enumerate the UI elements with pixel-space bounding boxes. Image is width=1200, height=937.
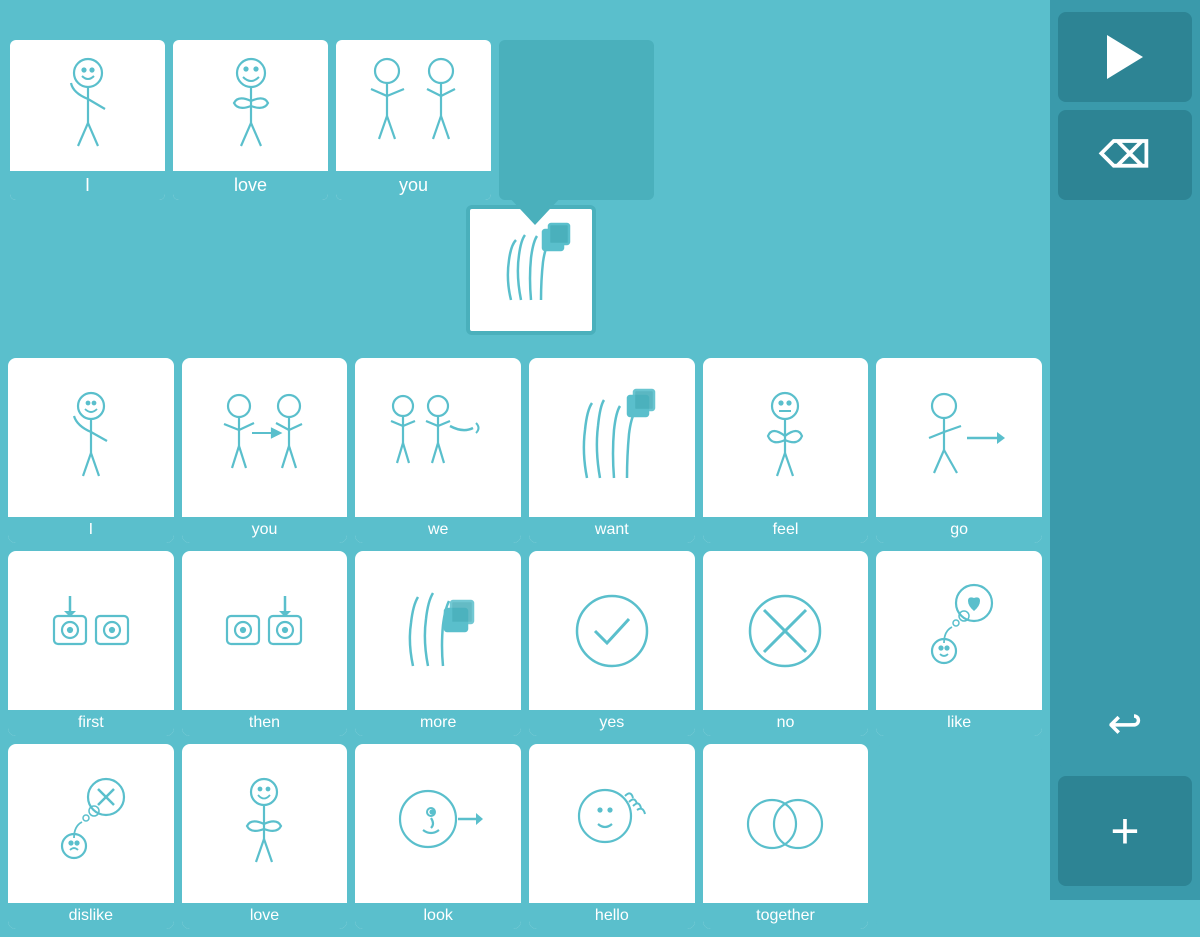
grid-card-look[interactable]: look [355,744,521,929]
sentence-bar: I love [0,0,1050,200]
sentence-card-love[interactable]: love [173,40,328,200]
add-icon: + [1110,806,1139,856]
grid-label-look: look [355,903,521,929]
grid-card-yes[interactable]: yes [529,551,695,736]
grid-label-yes: yes [529,710,695,736]
grid-label-love2: love [182,903,348,929]
grid-card-dislike[interactable]: dislike [8,744,174,929]
grid-card-then[interactable]: then [182,551,348,736]
back-arrow-icon: ↩ [1107,699,1142,748]
grid-card-like[interactable]: like [876,551,1042,736]
right-panel: ⌫ ↩ + [1050,0,1200,900]
grid-card-go[interactable]: go [876,358,1042,543]
grid-card-more[interactable]: more [355,551,521,736]
sentence-card-you[interactable]: you [336,40,491,200]
grid-card-want[interactable]: want [529,358,695,543]
play-icon [1107,35,1143,79]
grid-label-like: like [876,710,1042,736]
symbol-grid: I you [0,350,1050,937]
grid-label-go: go [876,517,1042,543]
delete-button[interactable]: ⌫ [1058,110,1192,200]
sentence-label-you: you [336,171,491,200]
grid-label-hello: hello [529,903,695,929]
grid-card-i[interactable]: I [8,358,174,543]
grid-label-want: want [529,517,695,543]
grid-card-feel[interactable]: feel [703,358,869,543]
grid-card-hello[interactable]: hello [529,744,695,929]
grid-card-first[interactable]: first [8,551,174,736]
grid-label-we: we [355,517,521,543]
grid-card-love2[interactable]: love [182,744,348,929]
sentence-label-i: I [10,171,165,200]
grid-label-dislike: dislike [8,903,174,929]
grid-card-you[interactable]: you [182,358,348,543]
grid-label-more: more [355,710,521,736]
grid-card-together[interactable]: together [703,744,869,929]
sentence-placeholder [499,40,654,200]
grid-label-then: then [182,710,348,736]
grid-label-first: first [8,710,174,736]
delete-icon: ⌫ [1100,134,1151,176]
arrow-indicator [507,195,563,225]
grid-label-no: no [703,710,869,736]
grid-card-we[interactable]: we [355,358,521,543]
grid-label-together: together [703,903,869,929]
back-button[interactable]: ↩ [1058,678,1192,768]
grid-card-empty [876,744,1042,929]
play-button[interactable] [1058,12,1192,102]
grid-card-no[interactable]: no [703,551,869,736]
grid-label-feel: feel [703,517,869,543]
sentence-label-love: love [173,171,328,200]
add-button[interactable]: + [1058,776,1192,886]
grid-label-i: I [8,517,174,543]
grid-label-you: you [182,517,348,543]
sentence-card-i[interactable]: I [10,40,165,200]
